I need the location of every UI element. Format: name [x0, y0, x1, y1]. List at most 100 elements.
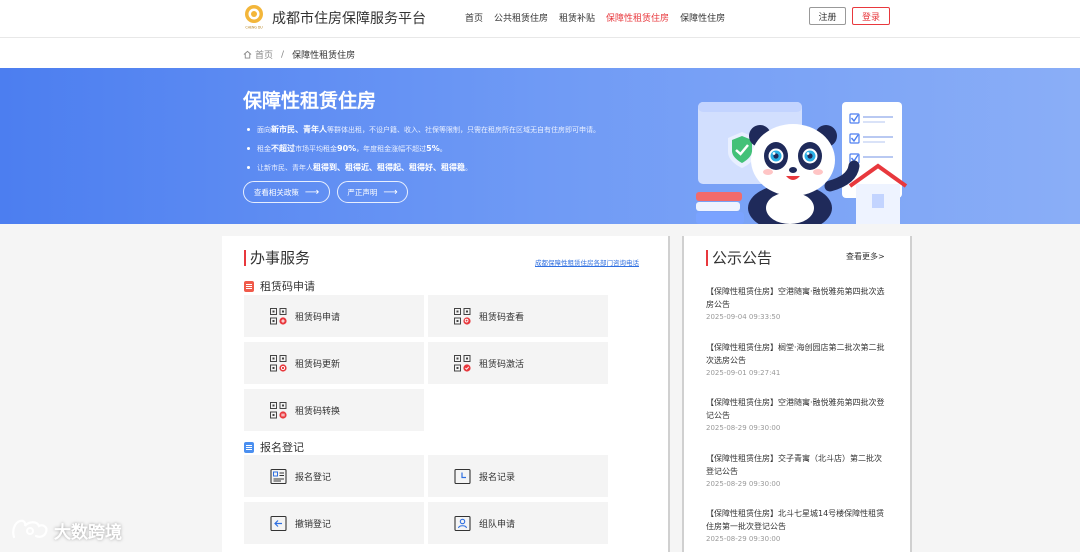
notice-item[interactable]: 【保障性租赁住房】空港随寓·融悦雅苑第四批次登记公告 2025-08-29 09…: [706, 396, 888, 432]
watermark-logo-icon: [12, 519, 48, 539]
panda-illustration: [696, 102, 908, 224]
breadcrumb: 首页 / 保障性租赁住房: [243, 48, 355, 61]
qrcode-refresh-icon: [270, 354, 287, 372]
service-label: 报名记录: [479, 472, 516, 483]
bullet-text: 等群体出租，不设户籍、收入、社保等限制，只需在租房所在区域无自有住房即可申请。: [327, 125, 600, 134]
notice-date: 2025-08-29 09:30:00: [706, 480, 781, 488]
bullet-highlight: 新市民、青年人: [271, 125, 327, 134]
bullet-text: 租金: [257, 144, 271, 153]
breadcrumb-current: 保障性租赁住房: [292, 51, 356, 61]
home-icon[interactable]: [243, 50, 252, 59]
banner-bullets: 面向 新市民、青年人 等群体出租，不设户籍、收入、社保等限制，只需在租房所在区域…: [247, 120, 600, 177]
statement-label: 严正声明: [347, 187, 378, 197]
site-title: 成都市住房保障服务平台: [272, 11, 426, 27]
bullet-row: 面向 新市民、青年人 等群体出租，不设户籍、收入、社保等限制，只需在租房所在区域…: [247, 120, 600, 139]
list-icon: [244, 280, 254, 292]
qrcode-convert-icon: [270, 401, 287, 419]
notice-date: 2025-08-29 09:30:00: [706, 535, 781, 543]
service-rental-code-convert[interactable]: 租赁码转换: [244, 389, 424, 431]
services-panel: 办事服务 成都保障性租赁住房各部门咨询电话 租赁码申请 租赁码申请 租赁码查看: [222, 236, 670, 552]
cancel-arrow-icon: [270, 515, 287, 531]
notices-title-text: 公示公告: [712, 249, 773, 267]
service-rental-code-view[interactable]: 租赁码查看: [428, 295, 608, 337]
section-rental-code: 租赁码申请: [244, 278, 315, 294]
notice-item[interactable]: 【保障性租赁住房】榈堂·海创园店第二批次第二批次选房公告 2025-09-01 …: [706, 341, 888, 377]
notice-title: 【保障性租赁住房】北斗七星城14号楼保障性租赁住房第一批次登记公告: [706, 509, 885, 531]
nav-rental-subsidy[interactable]: 租赁补贴: [559, 11, 595, 24]
statement-button[interactable]: 严正声明 ⟶: [337, 181, 408, 203]
service-label: 租赁码申请: [295, 312, 341, 323]
notices-title: 公示公告: [706, 247, 772, 268]
bullet-text: 市场平均租金: [295, 144, 337, 153]
notice-item[interactable]: 【保障性租赁住房】北斗七星城14号楼保障性租赁住房第一批次登记公告 2025-0…: [706, 507, 888, 543]
service-label: 组队申请: [479, 519, 516, 530]
bullet-text: 面向: [257, 125, 271, 134]
service-label: 租赁码更新: [295, 359, 341, 370]
register-button[interactable]: 注册: [809, 7, 846, 25]
service-label: 租赁码转换: [295, 406, 341, 417]
section-title: 租赁码申请: [260, 280, 315, 293]
bullet-row: 让新市民、青年人 租得到、租得近、租得起、租得好、租得稳 。: [247, 158, 600, 177]
breadcrumb-home[interactable]: 首页: [255, 48, 273, 61]
bullet-dot: [247, 166, 250, 169]
view-policy-button[interactable]: 查看相关政策 ⟶: [243, 181, 330, 203]
banner-title: 保障性租赁住房: [243, 90, 377, 112]
services-title: 办事服务: [244, 247, 310, 268]
view-policy-label: 查看相关政策: [253, 187, 299, 197]
notice-item[interactable]: 【保障性租赁住房】交子青寓（北斗店）第二批次登记公告 2025-08-29 09…: [706, 452, 888, 488]
title-accent-bar: [244, 249, 246, 266]
hero-banner: 保障性租赁住房 面向 新市民、青年人 等群体出租，不设户籍、收入、社保等限制，只…: [0, 68, 1080, 224]
bullet-text: 。: [465, 163, 472, 172]
top-header: CHENG DU 成都市住房保障服务平台 首页 公共租赁住房 租赁补贴 保障性租…: [0, 0, 1080, 38]
service-label: 租赁码激活: [479, 359, 525, 370]
arrow-right-icon: ⟶: [304, 186, 320, 198]
bullet-dot: [247, 147, 250, 150]
bullet-row: 租金 不超过 市场平均租金 90% ，年度租金涨幅不超过 5% 。: [247, 139, 600, 158]
service-rental-code-update[interactable]: 租赁码更新: [244, 342, 424, 384]
register-form-icon: [270, 468, 287, 484]
team-user-icon: [454, 515, 471, 531]
service-label: 报名登记: [295, 472, 332, 483]
bullet-highlight: 租得到、租得近、租得起、租得好、租得稳: [313, 163, 465, 172]
notice-item[interactable]: 【保障性租赁住房】空港随寓·融悦雅苑第四批次选房公告 2025-09-04 09…: [706, 285, 888, 321]
clock-icon: [454, 468, 471, 484]
bullet-highlight: 5%: [426, 144, 440, 153]
service-register[interactable]: 报名登记: [244, 455, 424, 497]
bullet-text: 让新市民、青年人: [257, 163, 313, 172]
service-rental-code-activate[interactable]: 租赁码激活: [428, 342, 608, 384]
notice-date: 2025-09-01 09:27:41: [706, 369, 781, 377]
nav-affordable-housing[interactable]: 保障性住房: [680, 11, 725, 24]
watermark: 大数跨境: [10, 517, 122, 543]
nav-home[interactable]: 首页: [465, 11, 483, 24]
breadcrumb-bar: 首页 / 保障性租赁住房: [0, 38, 1080, 68]
arrow-right-icon: ⟶: [383, 186, 398, 198]
site-logo[interactable]: CHENG DU: [243, 4, 265, 30]
notice-title: 【保障性租赁住房】交子青寓（北斗店）第二批次登记公告: [706, 454, 882, 476]
qrcode-icon: [270, 307, 287, 325]
notice-date: 2025-08-29 09:30:00: [706, 424, 781, 432]
qrcode-search-icon: [454, 307, 471, 325]
bullet-text: ，年度租金涨幅不超过: [356, 144, 427, 153]
nav-affordable-rental[interactable]: 保障性租赁住房: [606, 11, 669, 24]
watermark-text: 大数跨境: [54, 522, 122, 543]
section-title: 报名登记: [260, 441, 304, 454]
notice-title: 【保障性租赁住房】榈堂·海创园店第二批次第二批次选房公告: [706, 343, 885, 365]
nav-public-rental[interactable]: 公共租赁住房: [494, 11, 548, 24]
logo-text: CHENG DU: [245, 26, 263, 30]
document-icon: [244, 441, 254, 453]
service-label: 撤销登记: [295, 519, 332, 530]
qrcode-check-icon: [454, 354, 471, 372]
view-more-link[interactable]: 查看更多>: [846, 251, 885, 262]
service-cancel-registration[interactable]: 撤销登记: [244, 502, 424, 544]
main-nav: 首页 公共租赁住房 租赁补贴 保障性租赁住房 保障性住房: [465, 11, 736, 24]
service-team-application[interactable]: 组队申请: [428, 502, 608, 544]
bullet-highlight: 90%: [337, 144, 357, 153]
notice-title: 【保障性租赁住房】空港随寓·融悦雅苑第四批次选房公告: [706, 287, 885, 309]
service-rental-code-apply[interactable]: 租赁码申请: [244, 295, 424, 337]
consult-phone-link[interactable]: 成都保障性租赁住房各部门咨询电话: [535, 257, 639, 267]
notice-title: 【保障性租赁住房】空港随寓·融悦雅苑第四批次登记公告: [706, 398, 885, 420]
login-button[interactable]: 登录: [852, 7, 890, 25]
notices-panel: 公示公告 查看更多> 【保障性租赁住房】空港随寓·融悦雅苑第四批次选房公告 20…: [682, 236, 912, 552]
service-register-records[interactable]: 报名记录: [428, 455, 608, 497]
bullet-dot: [247, 128, 250, 131]
